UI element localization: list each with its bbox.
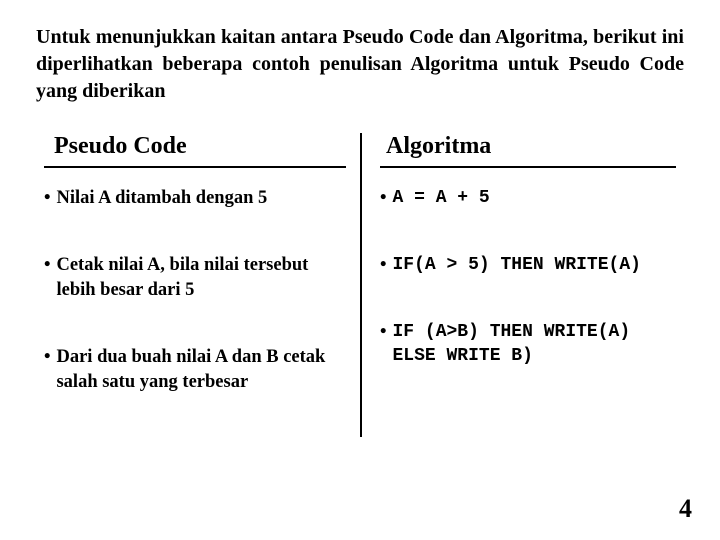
page-number: 4 (679, 494, 692, 524)
algorithm-text: IF (A>B) THEN WRITE(A) ELSE WRITE B) (392, 320, 676, 369)
bullet-icon: • (380, 253, 386, 278)
pseudo-code-text: Dari dua buah nilai A dan B cetak salah … (56, 345, 346, 395)
list-item: • A = A + 5 (380, 186, 676, 211)
list-item: • Dari dua buah nilai A dan B cetak sala… (44, 345, 346, 395)
bullet-icon: • (44, 253, 50, 278)
list-item: • Nilai A ditambah dengan 5 (44, 186, 346, 211)
pseudo-code-entries: • Nilai A ditambah dengan 5 • Cetak nila… (44, 186, 346, 437)
pseudo-code-text: Nilai A ditambah dengan 5 (56, 186, 346, 211)
bullet-icon: • (44, 186, 50, 211)
list-item: • Cetak nilai A, bila nilai tersebut leb… (44, 253, 346, 303)
algorithm-column: Algoritma • A = A + 5 • IF(A > 5) THEN W… (360, 133, 684, 437)
pseudo-code-text: Cetak nilai A, bila nilai tersebut lebih… (56, 253, 346, 303)
algorithm-text: A = A + 5 (392, 186, 676, 210)
algorithm-entries: • A = A + 5 • IF(A > 5) THEN WRITE(A) • … (380, 186, 676, 411)
algorithm-heading: Algoritma (380, 133, 676, 168)
slide: Untuk menunjukkan kaitan antara Pseudo C… (0, 0, 720, 540)
pseudo-code-heading: Pseudo Code (44, 133, 346, 168)
two-column-table: Pseudo Code • Nilai A ditambah dengan 5 … (36, 133, 684, 437)
bullet-icon: • (44, 345, 50, 370)
pseudo-code-column: Pseudo Code • Nilai A ditambah dengan 5 … (36, 133, 360, 437)
list-item: • IF(A > 5) THEN WRITE(A) (380, 253, 676, 278)
bullet-icon: • (380, 320, 386, 345)
list-item: • IF (A>B) THEN WRITE(A) ELSE WRITE B) (380, 320, 676, 369)
algorithm-text: IF(A > 5) THEN WRITE(A) (392, 253, 676, 277)
intro-paragraph: Untuk menunjukkan kaitan antara Pseudo C… (36, 24, 684, 105)
bullet-icon: • (380, 186, 386, 211)
